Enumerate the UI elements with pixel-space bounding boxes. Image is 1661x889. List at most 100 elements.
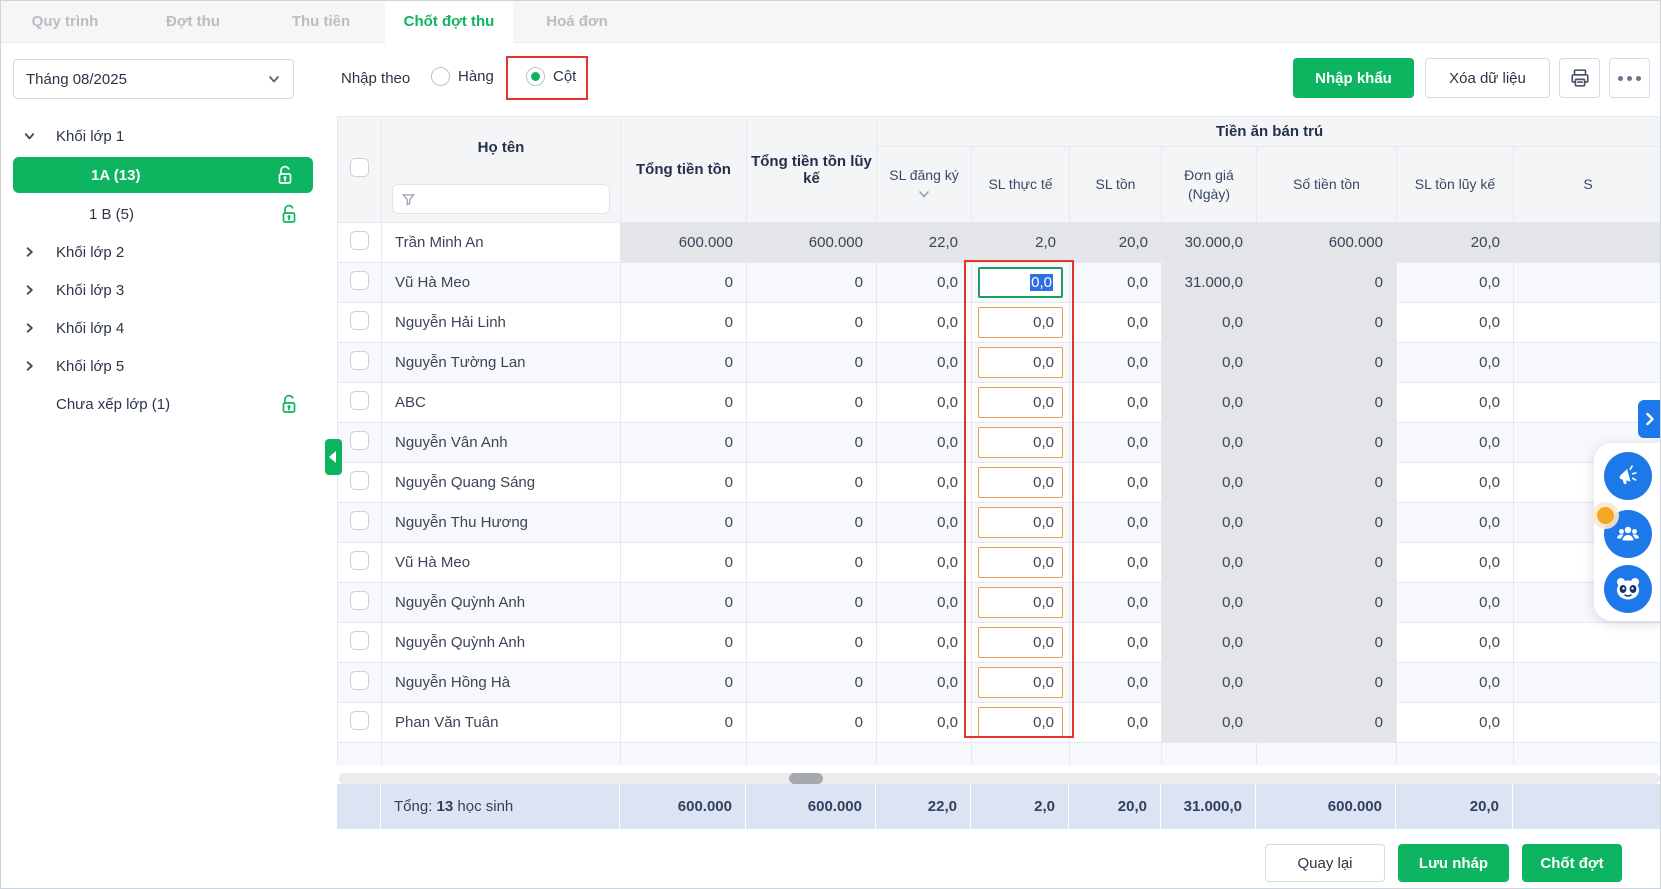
radio-circle[interactable] [431, 67, 450, 86]
chevron-right-icon[interactable] [23, 284, 36, 297]
header-total-acc: Tổng tiền tồn lũy kế [747, 117, 877, 223]
sidebar-item-class-2[interactable]: 1 B (5) [1, 195, 337, 233]
sidebar-collapse-handle[interactable] [325, 439, 342, 475]
radio-hang[interactable]: Hàng [431, 67, 494, 86]
sidebar-item-grade-4[interactable]: Khối lớp 3 [1, 271, 337, 309]
row-checkbox-cell [338, 263, 382, 303]
sl-thuc-te-input[interactable]: 0,0 [978, 707, 1063, 738]
people-group-icon [1615, 521, 1641, 547]
sidebar-item-class-1[interactable]: 1A (13) [13, 157, 313, 193]
radio-cot[interactable]: Cột [526, 67, 576, 86]
row-checkbox[interactable] [350, 231, 369, 250]
sl-thuc-te-input[interactable]: 0,0 [978, 507, 1063, 538]
cell-sl-ton: 0,0 [1070, 343, 1162, 383]
notification-badge [1597, 507, 1614, 524]
tab-1[interactable]: Quy trình [1, 1, 129, 43]
chevron-right-icon[interactable] [23, 246, 36, 259]
sl-thuc-te-input[interactable]: 0,0 [978, 347, 1063, 378]
cell-so-tien-ton: 0 [1257, 423, 1397, 463]
cell-sl-thuc-te: 0,0 [972, 583, 1070, 623]
tab-5[interactable]: Hoá đơn [513, 1, 641, 43]
chevron-down-icon[interactable] [23, 130, 36, 143]
cell-don-gia: 0,0 [1162, 423, 1257, 463]
sl-thuc-te-input[interactable]: 0,0 [978, 587, 1063, 618]
sl-thuc-te-input[interactable]: 0,0 [978, 547, 1063, 578]
chatbot-mascot-button[interactable] [1604, 565, 1652, 613]
announcements-button[interactable] [1604, 452, 1652, 500]
sort-chevron-icon[interactable] [918, 186, 930, 202]
clear-data-button[interactable]: Xóa dữ liệu [1425, 58, 1550, 98]
name-filter-input[interactable] [392, 184, 610, 214]
partial-row [338, 743, 1661, 765]
sl-thuc-te-input[interactable]: 0,0 [978, 427, 1063, 458]
row-checkbox[interactable] [350, 311, 369, 330]
print-button[interactable] [1559, 58, 1600, 98]
sl-thuc-te-input[interactable]: 0,0 [978, 307, 1063, 338]
import-button[interactable]: Nhập khẩu [1293, 58, 1414, 98]
cell-sl-ton: 0,0 [1070, 583, 1162, 623]
month-select[interactable]: Tháng 08/2025 [13, 59, 294, 99]
cell-don-gia: 30.000,0 [1162, 223, 1257, 263]
cell-sl-thuc-te: 2,0 [972, 223, 1070, 263]
chevron-right-icon[interactable] [23, 322, 36, 335]
row-checkbox-cell [338, 223, 382, 263]
totals-sl-ton-luy-ke: 20,0 [1396, 784, 1513, 829]
row-checkbox-cell [338, 303, 382, 343]
save-draft-button[interactable]: Lưu nháp [1398, 844, 1509, 882]
sl-thuc-te-input[interactable]: 0,0 [978, 627, 1063, 658]
cell-student-name: Nguyễn Quang Sáng [382, 463, 621, 503]
close-period-button[interactable]: Chốt đợt [1522, 844, 1622, 882]
row-checkbox[interactable] [350, 551, 369, 570]
row-checkbox[interactable] [350, 431, 369, 450]
row-checkbox[interactable] [350, 671, 369, 690]
tab-4[interactable]: Chốt đợt thu [385, 1, 513, 43]
row-checkbox-cell [338, 343, 382, 383]
more-button[interactable] [1609, 58, 1650, 98]
row-checkbox[interactable] [350, 591, 369, 610]
expand-panel-tab[interactable] [1638, 400, 1661, 438]
sidebar-item-label: 1 B (5) [89, 206, 134, 223]
tab-3[interactable]: Thu tiền [257, 1, 385, 43]
totals-extra [1513, 784, 1661, 829]
cell-sl-ton: 0,0 [1070, 303, 1162, 343]
cell-student-name: Nguyễn Thu Hương [382, 503, 621, 543]
radio-circle-selected[interactable] [526, 67, 545, 86]
row-checkbox[interactable] [350, 631, 369, 650]
sl-thuc-te-input[interactable]: 0,0 [978, 667, 1063, 698]
sl-thuc-te-input[interactable]: 0,0 [978, 467, 1063, 498]
row-checkbox-cell [338, 703, 382, 743]
tab-2[interactable]: Đợt thu [129, 1, 257, 43]
row-checkbox[interactable] [350, 391, 369, 410]
chevron-right-icon[interactable] [23, 360, 36, 373]
bottom-actions: Quay lại Lưu nháp Chốt đợt [1265, 844, 1622, 882]
row-checkbox[interactable] [350, 711, 369, 730]
header-so-tien-ton: Số tiền tồn [1257, 147, 1397, 223]
sl-thuc-te-input[interactable]: 0,0 [978, 387, 1063, 418]
sl-thuc-te-input[interactable]: 0,0 [978, 267, 1063, 298]
cell-so-tien-ton: 0 [1257, 263, 1397, 303]
row-checkbox[interactable] [350, 351, 369, 370]
table-row: Nguyễn Tường Lan000,00,00,00,000,0 [338, 343, 1661, 383]
sidebar-item-grade-0[interactable]: Khối lớp 1 [1, 117, 337, 155]
cell-sl-thuc-te: 0,0 [972, 623, 1070, 663]
sidebar-item-grade-5[interactable]: Khối lớp 4 [1, 309, 337, 347]
row-checkbox[interactable] [350, 511, 369, 530]
input-mode-label: Nhập theo [341, 70, 410, 87]
students-table: Họ tên Tổng tiền tồn Tổng tiền tồn lũy k… [337, 116, 1661, 765]
cell-sl-dang-ky: 0,0 [877, 543, 972, 583]
sidebar-item-grade-6[interactable]: Khối lớp 5 [1, 347, 337, 385]
totals-total-acc: 600.000 [746, 784, 876, 829]
cell-total-acc: 0 [747, 343, 877, 383]
scrollbar-thumb[interactable] [789, 773, 823, 784]
cell-sl-ton-luy-ke: 20,0 [1397, 223, 1514, 263]
select-all-checkbox[interactable] [350, 158, 369, 177]
row-checkbox[interactable] [350, 471, 369, 490]
cell-truncated [1514, 703, 1661, 743]
back-button[interactable]: Quay lại [1265, 844, 1385, 882]
sidebar-item-class-7[interactable]: Chưa xếp lớp (1) [1, 385, 337, 423]
row-checkbox[interactable] [350, 271, 369, 290]
sidebar-item-grade-3[interactable]: Khối lớp 2 [1, 233, 337, 271]
header-sl-dang-ky[interactable]: SL đăng ký [877, 147, 972, 223]
filter-funnel-icon [402, 193, 415, 206]
cell-sl-thuc-te: 0,0 [972, 503, 1070, 543]
